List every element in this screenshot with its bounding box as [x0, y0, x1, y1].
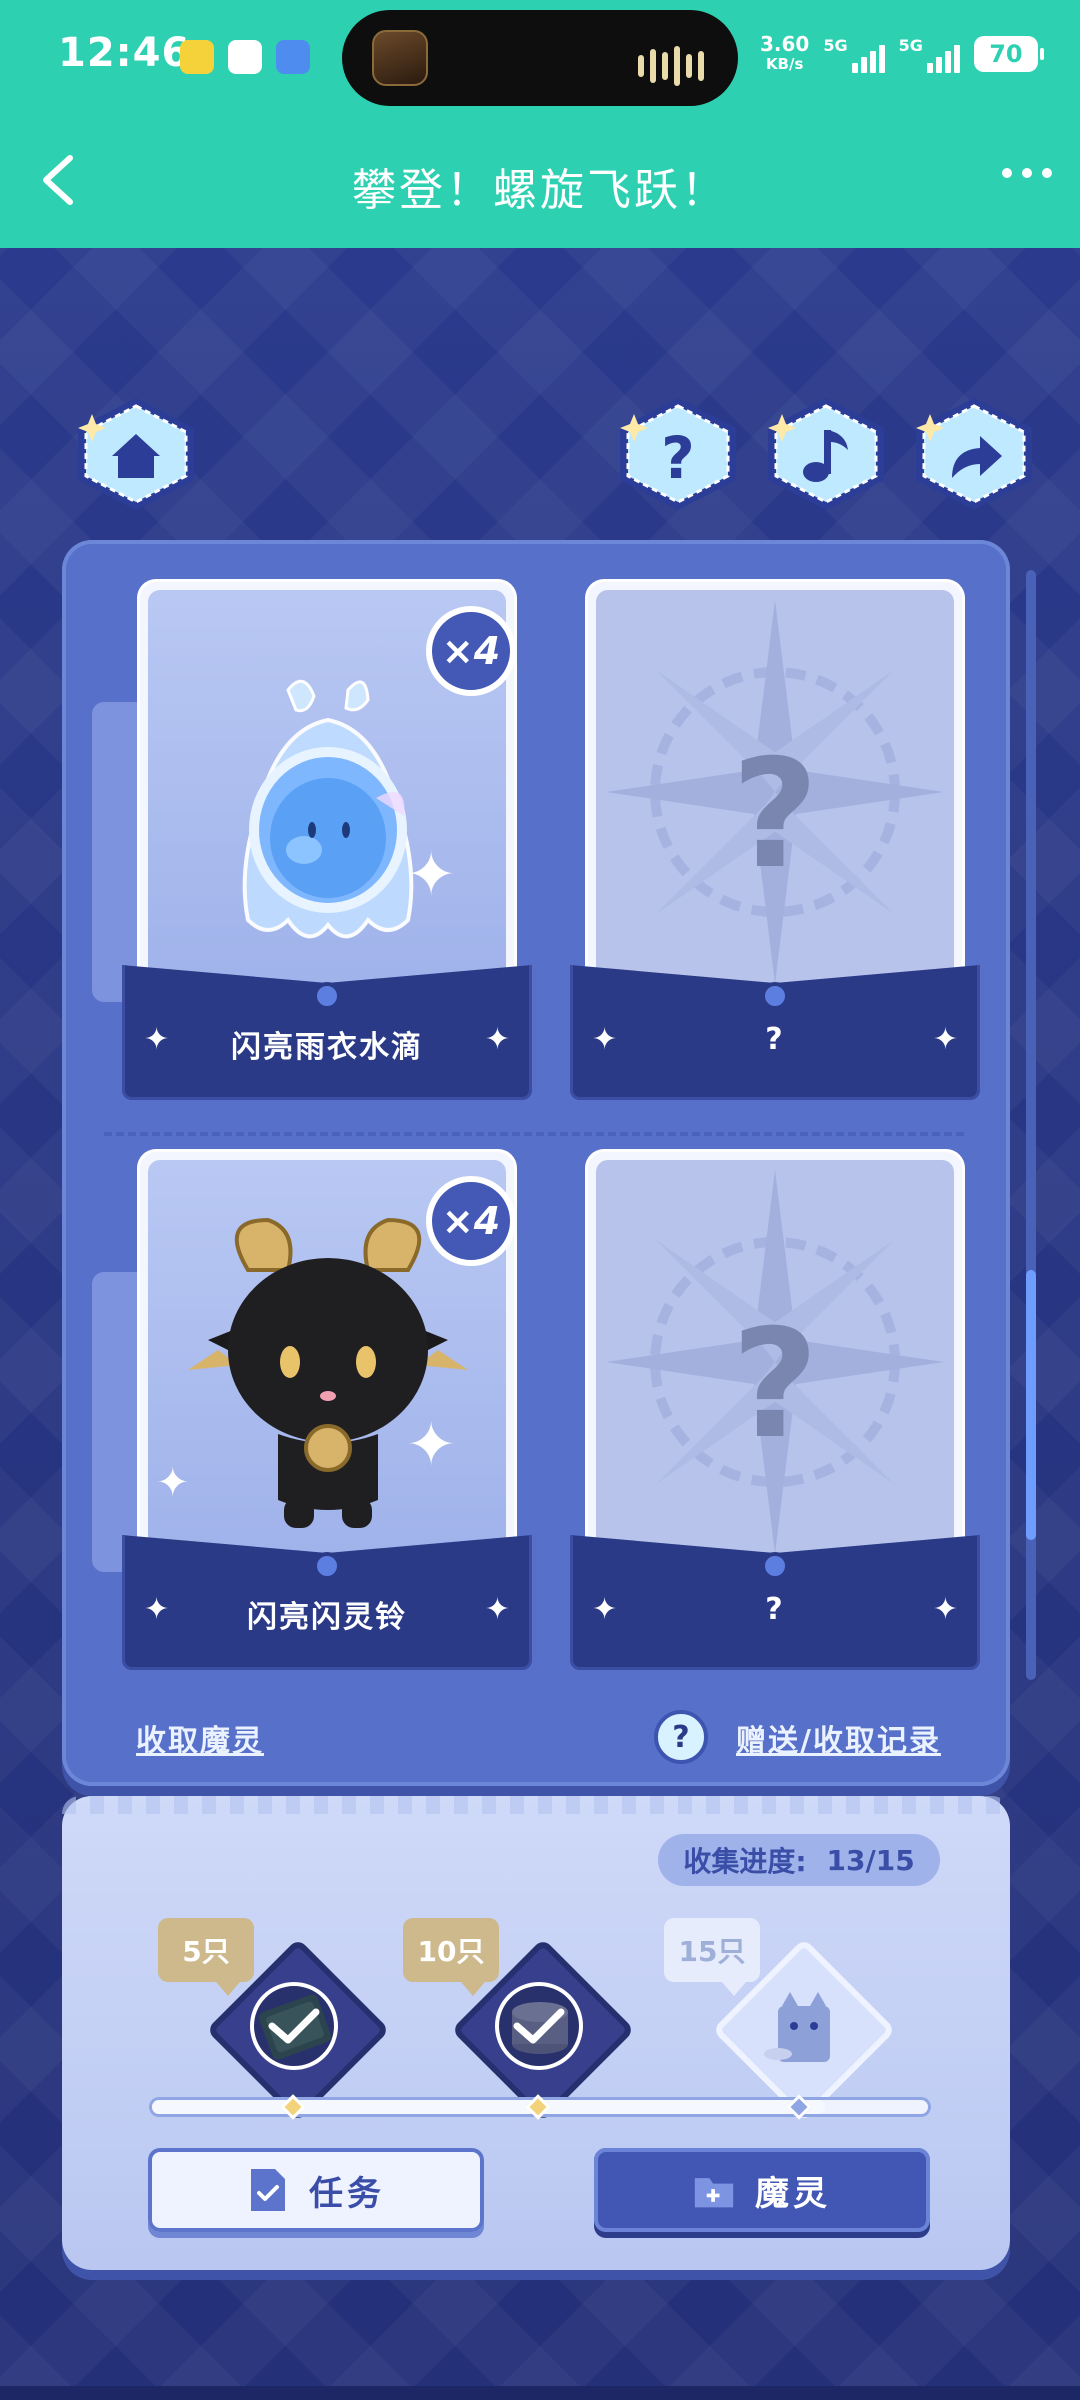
spirit-card-locked[interactable]: ? ✦ ? ✦ [570, 1152, 980, 1672]
sparkle-icon: ✦ [932, 1592, 958, 1627]
milestone-tag: 10只 [403, 1918, 499, 1996]
cat-gift-box-icon [764, 1992, 830, 2062]
card-art: ? [596, 590, 954, 994]
gesture-bar-area [0, 2386, 1080, 2400]
pocket-button-icon [761, 982, 789, 1010]
card-art: ? [596, 1160, 954, 1564]
dot-icon [1022, 168, 1032, 178]
task-document-icon [251, 2169, 285, 2211]
page-title: 攀登！螺旋飞跃！ [352, 165, 728, 216]
network-speed: 3.60 KB/s [760, 32, 810, 73]
records-help-button[interactable]: ? [654, 1710, 708, 1764]
home-button[interactable] [70, 394, 202, 514]
spirit-button[interactable]: 魔灵 [594, 2148, 930, 2232]
black-goat-bell-icon [188, 1217, 468, 1528]
status-right: 3.60 KB/s 5G 5G 70 [760, 32, 1044, 74]
progress-value: 13/15 [826, 1843, 915, 1877]
task-button[interactable]: 任务 [148, 2148, 484, 2232]
pocket-button-icon [313, 1552, 341, 1580]
sparkle-icon: ✦ [156, 1460, 190, 1506]
app-header: 攀登！螺旋飞跃！ [0, 118, 1080, 248]
svg-text:?: ? [661, 424, 695, 492]
sparkle-icon: ✦ [406, 1410, 457, 1480]
signal-5g-2: 5G [899, 36, 960, 73]
question-mark-icon: ? [731, 1298, 819, 1472]
spirit-name: ? [765, 1592, 785, 1627]
share-button[interactable] [908, 394, 1040, 514]
spirit-button-label: 魔灵 [755, 2173, 831, 2214]
dynamic-island[interactable] [342, 10, 738, 106]
app-notification-icon [228, 40, 262, 74]
now-playing-artwork [372, 30, 428, 86]
music-button[interactable] [760, 394, 892, 514]
sparkle-icon: ✦ [406, 840, 457, 910]
sparkle-icon: ✦ [932, 1022, 958, 1057]
music-note-icon [768, 398, 884, 510]
app-notification-icon [276, 40, 310, 74]
folder-add-icon [694, 2178, 734, 2208]
card-frame: ? [588, 1152, 962, 1572]
spirit-card-locked[interactable]: ? ✦ ? ✦ [570, 582, 980, 1102]
signal-bars-icon [851, 44, 885, 73]
scrollbar-thumb[interactable] [1026, 1270, 1036, 1540]
status-bar: 12:46 3.60 KB/s 5G 5G 70 [0, 0, 1080, 118]
home-icon [78, 398, 194, 510]
app-notification-icon [180, 40, 214, 74]
share-arrow-icon [916, 398, 1032, 510]
dot-icon [1002, 168, 1012, 178]
status-time: 12:46 [58, 30, 191, 76]
pocket-button-icon [313, 982, 341, 1010]
task-button-label: 任务 [309, 2173, 385, 2214]
status-app-icons [180, 40, 310, 74]
question-icon: ? [620, 398, 736, 510]
raincoat-droplet-icon [242, 679, 414, 939]
spirit-name: 闪亮雨衣水滴 [231, 1030, 423, 1065]
milestone-reward[interactable]: 15只 [664, 1918, 896, 2122]
audio-wave-icon [638, 46, 704, 86]
spirit-name: ? [765, 1022, 785, 1057]
gift-records-link[interactable]: 赠送/收取记录 [736, 1716, 941, 1760]
card-frame: ? [588, 582, 962, 1002]
signal-5g-1: 5G [823, 36, 885, 73]
spirit-card[interactable]: ✦ ×4 ✦ 闪亮雨衣水滴 ✦ [92, 582, 532, 1102]
row-divider [104, 1132, 964, 1136]
milestone-reward[interactable]: 10只 [403, 1918, 635, 2122]
pocket-button-icon [761, 1552, 789, 1580]
progress-fill [152, 2100, 825, 2114]
sparkle-icon: ✦ [484, 1592, 510, 1627]
spirit-card[interactable]: ✦ ✦ ×4 ✦ 闪亮闪灵铃 ✦ [92, 1152, 532, 1672]
sparkle-icon: ✦ [484, 1022, 510, 1057]
dot-icon [1042, 168, 1052, 178]
more-options-button[interactable] [1002, 168, 1052, 178]
collect-spirit-link[interactable]: 收取魔灵 [136, 1716, 264, 1760]
checkmark-icon [250, 1982, 338, 2070]
progress-pill: 收集进度: 13/15 [658, 1834, 940, 1886]
milestone-tag: 5只 [158, 1918, 254, 1996]
checkmark-icon [495, 1982, 583, 2070]
milestone-reward[interactable]: 5只 [158, 1918, 390, 2122]
battery-icon: 70 [973, 36, 1044, 72]
signal-bars-icon [926, 44, 960, 73]
milestone-tag: 15只 [664, 1918, 760, 1996]
question-mark-icon: ? [731, 728, 819, 902]
count-badge: ×4 [426, 606, 516, 696]
progress-label: 收集进度: [683, 1845, 807, 1878]
count-badge: ×4 [426, 1176, 516, 1266]
help-button[interactable]: ? [612, 394, 744, 514]
spirit-name: 闪亮闪灵铃 [247, 1600, 407, 1635]
